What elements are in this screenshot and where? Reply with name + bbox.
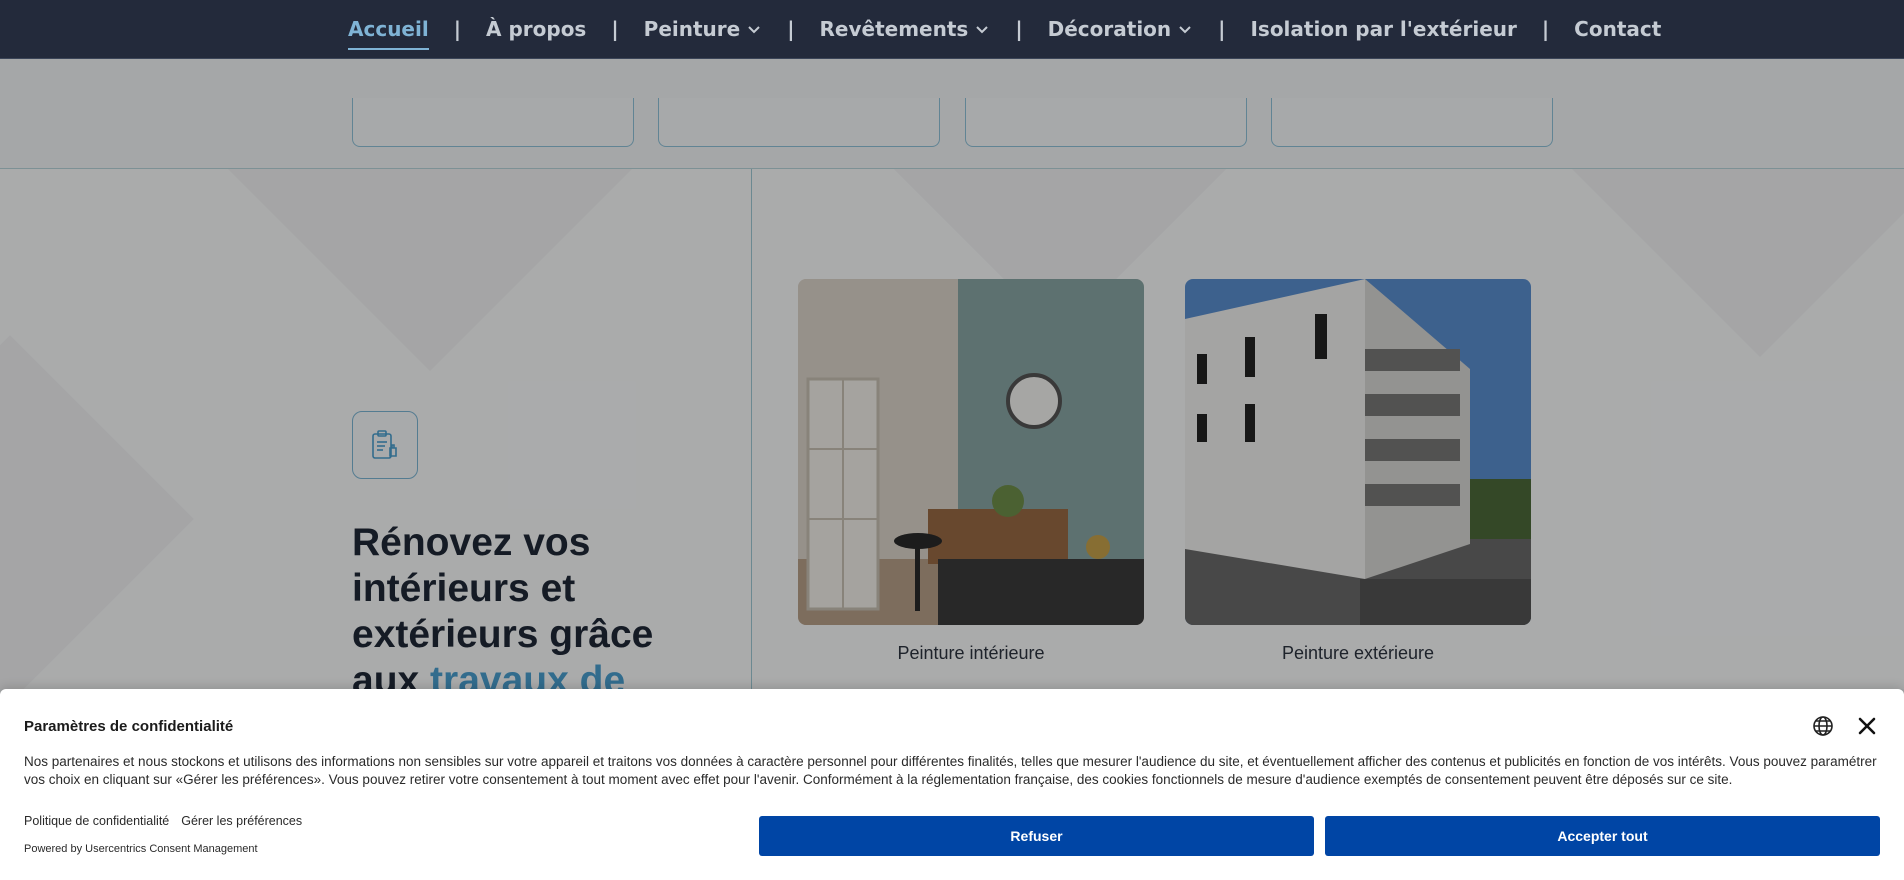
language-globe-icon[interactable] bbox=[1812, 715, 1834, 737]
accept-all-button[interactable]: Accepter tout bbox=[1325, 816, 1880, 856]
service-card[interactable] bbox=[352, 98, 634, 147]
nav-separator: | bbox=[453, 17, 462, 41]
nav-item-decoration[interactable]: Décoration bbox=[1048, 17, 1194, 41]
interior-paint-photo[interactable] bbox=[798, 279, 1144, 625]
close-icon[interactable] bbox=[1855, 714, 1879, 738]
consent-banner: Paramètres de confidentialité Nos parten… bbox=[0, 689, 1904, 880]
nav-item-label: Peinture bbox=[643, 17, 741, 41]
services-strip bbox=[0, 58, 1904, 169]
top-navigation: Accueil | À propos | Peinture | Revêteme… bbox=[0, 0, 1904, 59]
nav-item-a-propos[interactable]: À propos bbox=[486, 17, 586, 41]
section-headline: Rénovez vos intérieurs et extérieurs grâ… bbox=[352, 520, 692, 704]
nav-separator: | bbox=[1015, 17, 1023, 41]
nav-item-label: Revêtements bbox=[819, 17, 969, 41]
decor-shape bbox=[218, 169, 642, 371]
section-divider bbox=[751, 169, 752, 689]
chevron-down-icon bbox=[1177, 21, 1193, 37]
card-label-exterior[interactable]: Peinture extérieure bbox=[1185, 643, 1531, 664]
consent-description: Nos partenaires et nous stockons et util… bbox=[24, 754, 1877, 787]
nav-separator: | bbox=[1541, 17, 1550, 41]
exterior-paint-photo[interactable] bbox=[1185, 279, 1531, 625]
nav-item-accueil[interactable]: Accueil bbox=[348, 17, 429, 50]
card-label-interior[interactable]: Peinture intérieure bbox=[798, 643, 1144, 664]
chevron-down-icon bbox=[974, 21, 990, 37]
nav-item-revetements[interactable]: Revêtements bbox=[820, 17, 991, 41]
nav-item-label: Décoration bbox=[1047, 17, 1172, 41]
decor-shape bbox=[0, 335, 194, 689]
nav-menu: Accueil | À propos | Peinture | Revêteme… bbox=[348, 0, 1661, 58]
refuse-button[interactable]: Refuser bbox=[759, 816, 1314, 856]
consent-title: Paramètres de confidentialité bbox=[24, 718, 234, 735]
chevron-down-icon bbox=[746, 21, 762, 37]
decor-shape bbox=[1562, 169, 1904, 357]
nav-item-isolation[interactable]: Isolation par l'extérieur bbox=[1250, 17, 1516, 41]
manage-preferences-link[interactable]: Gérer les préférences bbox=[181, 814, 302, 828]
service-card[interactable] bbox=[1271, 98, 1553, 147]
nav-separator: | bbox=[787, 17, 795, 41]
service-card[interactable] bbox=[658, 98, 940, 147]
nav-separator: | bbox=[1218, 17, 1226, 41]
privacy-policy-link[interactable]: Politique de confidentialité bbox=[24, 814, 169, 828]
document-paint-icon bbox=[352, 411, 418, 479]
consent-links: Politique de confidentialité Gérer les p… bbox=[24, 814, 302, 828]
nav-separator: | bbox=[611, 17, 619, 41]
service-card[interactable] bbox=[965, 98, 1247, 147]
nav-item-contact[interactable]: Contact bbox=[1574, 17, 1661, 41]
powered-by-text: Powered by Usercentrics Consent Manageme… bbox=[24, 843, 258, 855]
nav-item-peinture[interactable]: Peinture bbox=[644, 17, 763, 41]
